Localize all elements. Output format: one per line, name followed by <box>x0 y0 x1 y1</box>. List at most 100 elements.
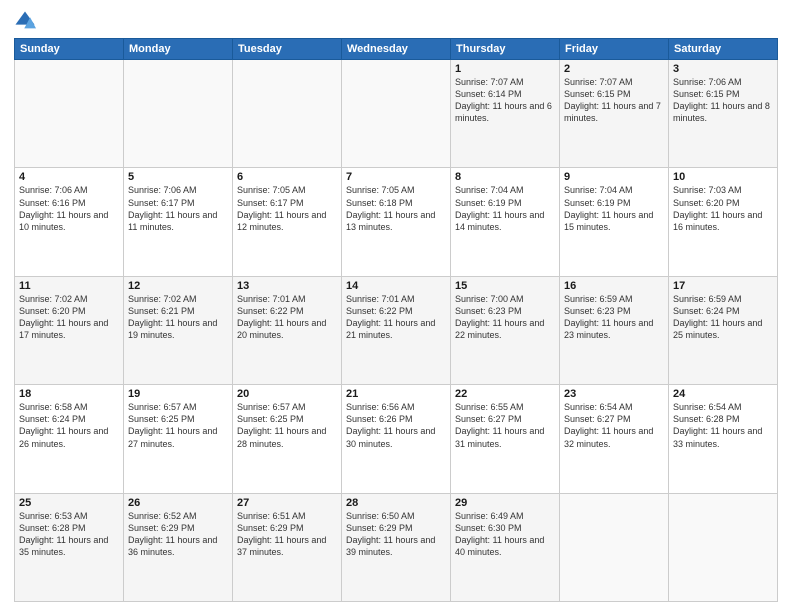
day-cell <box>15 60 124 168</box>
header-row: Sunday Monday Tuesday Wednesday Thursday… <box>15 39 778 60</box>
day-number: 20 <box>237 388 337 400</box>
calendar-table: Sunday Monday Tuesday Wednesday Thursday… <box>14 38 778 602</box>
day-cell <box>233 60 342 168</box>
day-number: 22 <box>455 388 555 400</box>
day-cell: 11Sunrise: 7:02 AM Sunset: 6:20 PM Dayli… <box>15 276 124 384</box>
day-info: Sunrise: 7:03 AM Sunset: 6:20 PM Dayligh… <box>673 184 773 233</box>
day-info: Sunrise: 7:07 AM Sunset: 6:15 PM Dayligh… <box>564 76 664 125</box>
day-cell: 7Sunrise: 7:05 AM Sunset: 6:18 PM Daylig… <box>342 168 451 276</box>
header-tuesday: Tuesday <box>233 39 342 60</box>
day-number: 25 <box>19 497 119 509</box>
day-cell: 12Sunrise: 7:02 AM Sunset: 6:21 PM Dayli… <box>124 276 233 384</box>
day-info: Sunrise: 6:54 AM Sunset: 6:28 PM Dayligh… <box>673 401 773 450</box>
day-cell: 24Sunrise: 6:54 AM Sunset: 6:28 PM Dayli… <box>669 385 778 493</box>
day-number: 7 <box>346 171 446 183</box>
day-number: 10 <box>673 171 773 183</box>
day-number: 9 <box>564 171 664 183</box>
week-row-4: 25Sunrise: 6:53 AM Sunset: 6:28 PM Dayli… <box>15 493 778 601</box>
day-cell: 16Sunrise: 6:59 AM Sunset: 6:23 PM Dayli… <box>560 276 669 384</box>
day-cell: 21Sunrise: 6:56 AM Sunset: 6:26 PM Dayli… <box>342 385 451 493</box>
day-number: 23 <box>564 388 664 400</box>
header-thursday: Thursday <box>451 39 560 60</box>
day-info: Sunrise: 6:50 AM Sunset: 6:29 PM Dayligh… <box>346 510 446 559</box>
day-number: 1 <box>455 63 555 75</box>
header-wednesday: Wednesday <box>342 39 451 60</box>
day-cell <box>342 60 451 168</box>
day-info: Sunrise: 7:00 AM Sunset: 6:23 PM Dayligh… <box>455 293 555 342</box>
day-info: Sunrise: 6:57 AM Sunset: 6:25 PM Dayligh… <box>237 401 337 450</box>
day-cell: 18Sunrise: 6:58 AM Sunset: 6:24 PM Dayli… <box>15 385 124 493</box>
day-cell: 20Sunrise: 6:57 AM Sunset: 6:25 PM Dayli… <box>233 385 342 493</box>
day-cell: 26Sunrise: 6:52 AM Sunset: 6:29 PM Dayli… <box>124 493 233 601</box>
calendar-body: 1Sunrise: 7:07 AM Sunset: 6:14 PM Daylig… <box>15 60 778 602</box>
header-friday: Friday <box>560 39 669 60</box>
day-info: Sunrise: 7:05 AM Sunset: 6:18 PM Dayligh… <box>346 184 446 233</box>
day-number: 15 <box>455 280 555 292</box>
day-info: Sunrise: 6:57 AM Sunset: 6:25 PM Dayligh… <box>128 401 228 450</box>
day-info: Sunrise: 6:59 AM Sunset: 6:24 PM Dayligh… <box>673 293 773 342</box>
day-cell: 14Sunrise: 7:01 AM Sunset: 6:22 PM Dayli… <box>342 276 451 384</box>
day-cell <box>560 493 669 601</box>
day-number: 8 <box>455 171 555 183</box>
header-monday: Monday <box>124 39 233 60</box>
day-info: Sunrise: 7:06 AM Sunset: 6:16 PM Dayligh… <box>19 184 119 233</box>
day-info: Sunrise: 6:55 AM Sunset: 6:27 PM Dayligh… <box>455 401 555 450</box>
day-cell: 28Sunrise: 6:50 AM Sunset: 6:29 PM Dayli… <box>342 493 451 601</box>
day-cell: 8Sunrise: 7:04 AM Sunset: 6:19 PM Daylig… <box>451 168 560 276</box>
week-row-2: 11Sunrise: 7:02 AM Sunset: 6:20 PM Dayli… <box>15 276 778 384</box>
day-info: Sunrise: 7:05 AM Sunset: 6:17 PM Dayligh… <box>237 184 337 233</box>
logo <box>14 10 38 32</box>
day-info: Sunrise: 7:01 AM Sunset: 6:22 PM Dayligh… <box>346 293 446 342</box>
day-info: Sunrise: 6:52 AM Sunset: 6:29 PM Dayligh… <box>128 510 228 559</box>
logo-icon <box>14 10 36 32</box>
day-cell <box>669 493 778 601</box>
day-number: 14 <box>346 280 446 292</box>
day-info: Sunrise: 7:02 AM Sunset: 6:21 PM Dayligh… <box>128 293 228 342</box>
day-number: 24 <box>673 388 773 400</box>
day-number: 28 <box>346 497 446 509</box>
day-cell: 15Sunrise: 7:00 AM Sunset: 6:23 PM Dayli… <box>451 276 560 384</box>
day-number: 11 <box>19 280 119 292</box>
day-info: Sunrise: 6:53 AM Sunset: 6:28 PM Dayligh… <box>19 510 119 559</box>
page: Sunday Monday Tuesday Wednesday Thursday… <box>0 0 792 612</box>
day-cell: 2Sunrise: 7:07 AM Sunset: 6:15 PM Daylig… <box>560 60 669 168</box>
day-info: Sunrise: 7:04 AM Sunset: 6:19 PM Dayligh… <box>564 184 664 233</box>
day-cell: 27Sunrise: 6:51 AM Sunset: 6:29 PM Dayli… <box>233 493 342 601</box>
week-row-0: 1Sunrise: 7:07 AM Sunset: 6:14 PM Daylig… <box>15 60 778 168</box>
day-cell: 3Sunrise: 7:06 AM Sunset: 6:15 PM Daylig… <box>669 60 778 168</box>
day-cell: 29Sunrise: 6:49 AM Sunset: 6:30 PM Dayli… <box>451 493 560 601</box>
week-row-3: 18Sunrise: 6:58 AM Sunset: 6:24 PM Dayli… <box>15 385 778 493</box>
day-number: 13 <box>237 280 337 292</box>
day-number: 6 <box>237 171 337 183</box>
day-number: 19 <box>128 388 228 400</box>
day-number: 29 <box>455 497 555 509</box>
day-number: 5 <box>128 171 228 183</box>
day-number: 2 <box>564 63 664 75</box>
day-cell: 25Sunrise: 6:53 AM Sunset: 6:28 PM Dayli… <box>15 493 124 601</box>
day-info: Sunrise: 6:51 AM Sunset: 6:29 PM Dayligh… <box>237 510 337 559</box>
day-cell: 4Sunrise: 7:06 AM Sunset: 6:16 PM Daylig… <box>15 168 124 276</box>
day-info: Sunrise: 6:58 AM Sunset: 6:24 PM Dayligh… <box>19 401 119 450</box>
day-number: 26 <box>128 497 228 509</box>
day-cell: 22Sunrise: 6:55 AM Sunset: 6:27 PM Dayli… <box>451 385 560 493</box>
day-info: Sunrise: 6:59 AM Sunset: 6:23 PM Dayligh… <box>564 293 664 342</box>
day-info: Sunrise: 6:56 AM Sunset: 6:26 PM Dayligh… <box>346 401 446 450</box>
day-number: 17 <box>673 280 773 292</box>
day-number: 16 <box>564 280 664 292</box>
day-cell: 23Sunrise: 6:54 AM Sunset: 6:27 PM Dayli… <box>560 385 669 493</box>
day-info: Sunrise: 7:06 AM Sunset: 6:17 PM Dayligh… <box>128 184 228 233</box>
day-info: Sunrise: 6:49 AM Sunset: 6:30 PM Dayligh… <box>455 510 555 559</box>
day-cell: 17Sunrise: 6:59 AM Sunset: 6:24 PM Dayli… <box>669 276 778 384</box>
day-cell: 5Sunrise: 7:06 AM Sunset: 6:17 PM Daylig… <box>124 168 233 276</box>
header-sunday: Sunday <box>15 39 124 60</box>
day-info: Sunrise: 7:01 AM Sunset: 6:22 PM Dayligh… <box>237 293 337 342</box>
day-info: Sunrise: 7:04 AM Sunset: 6:19 PM Dayligh… <box>455 184 555 233</box>
header-saturday: Saturday <box>669 39 778 60</box>
day-number: 4 <box>19 171 119 183</box>
day-info: Sunrise: 7:06 AM Sunset: 6:15 PM Dayligh… <box>673 76 773 125</box>
week-row-1: 4Sunrise: 7:06 AM Sunset: 6:16 PM Daylig… <box>15 168 778 276</box>
day-info: Sunrise: 7:07 AM Sunset: 6:14 PM Dayligh… <box>455 76 555 125</box>
day-cell: 10Sunrise: 7:03 AM Sunset: 6:20 PM Dayli… <box>669 168 778 276</box>
day-cell: 9Sunrise: 7:04 AM Sunset: 6:19 PM Daylig… <box>560 168 669 276</box>
day-number: 3 <box>673 63 773 75</box>
